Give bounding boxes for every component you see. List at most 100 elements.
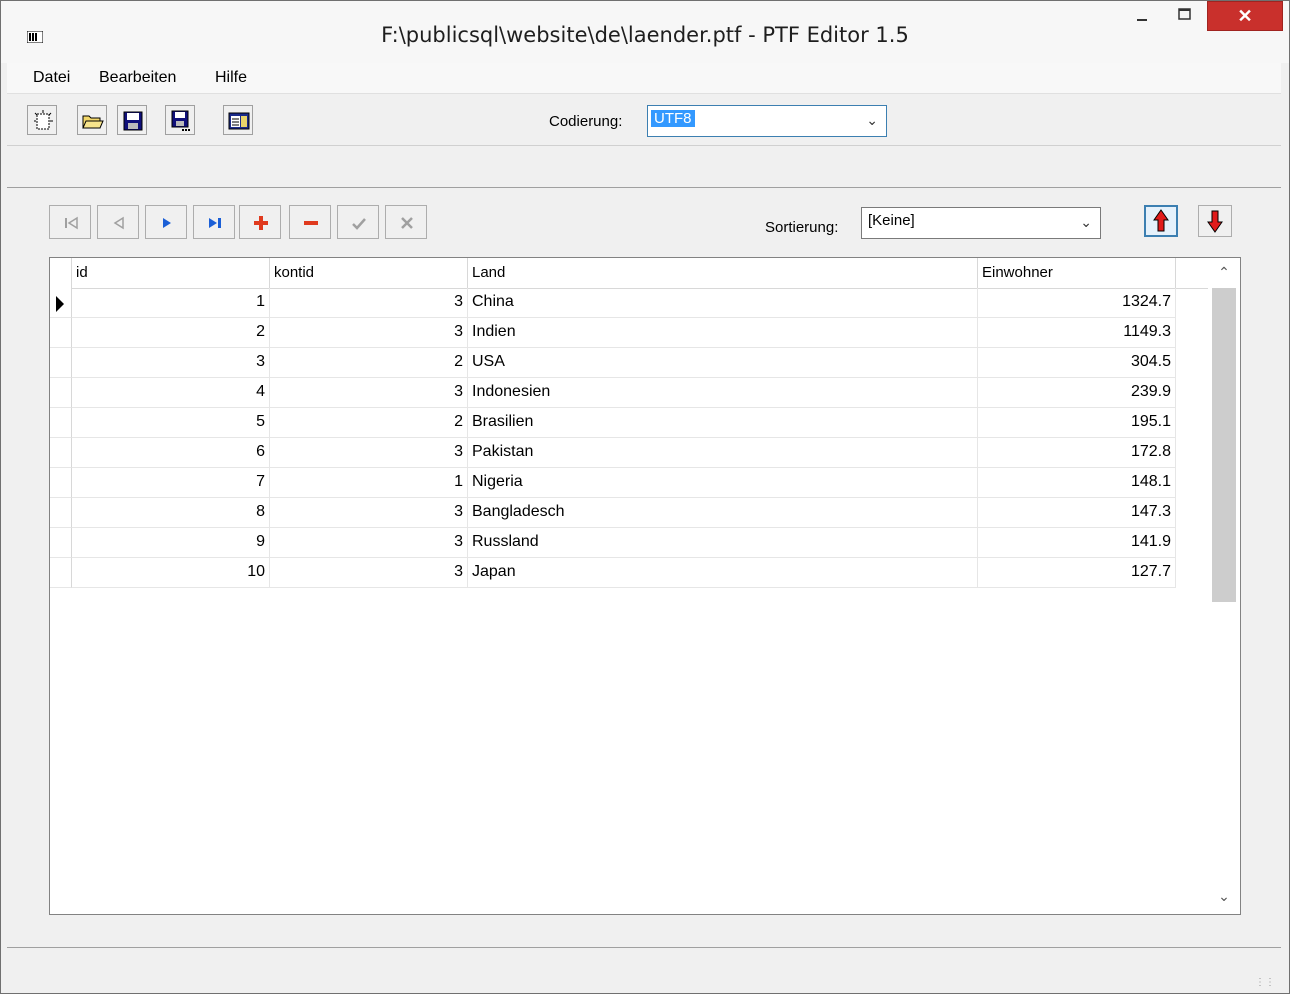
- properties-button[interactable]: [223, 105, 253, 135]
- cell-land[interactable]: Indonesien: [468, 378, 978, 408]
- cell-land[interactable]: Pakistan: [468, 438, 978, 468]
- cell-id[interactable]: 1: [72, 288, 270, 318]
- cell-kontid[interactable]: 3: [270, 438, 468, 468]
- post-record-icon: [352, 218, 366, 230]
- codierung-label: Codierung:: [549, 113, 623, 130]
- sort-select[interactable]: [Keine] ⌄: [861, 207, 1101, 239]
- nav-insert-button[interactable]: [239, 205, 281, 239]
- new-file-button[interactable]: [27, 105, 57, 135]
- cell-id[interactable]: 8: [72, 498, 270, 528]
- data-grid[interactable]: id kontid Land Einwohner 1 3 China 1324.…: [49, 257, 1241, 915]
- window-title: F:\publicsql\website\de\laender.ptf - PT…: [381, 23, 909, 47]
- nav-last-button[interactable]: [193, 205, 235, 239]
- chevron-down-icon: ⌄: [866, 112, 878, 128]
- close-button[interactable]: ✕: [1207, 1, 1283, 31]
- cell-land[interactable]: Bangladesch: [468, 498, 978, 528]
- codierung-select[interactable]: UTF8 ⌄: [647, 105, 887, 137]
- cell-einwohner[interactable]: 147.3: [978, 498, 1176, 528]
- vertical-scrollbar[interactable]: ⌃ ⌄: [1208, 258, 1240, 914]
- indicator-header: [50, 258, 72, 288]
- row-indicator: [50, 528, 72, 558]
- scroll-down-icon[interactable]: ⌄: [1208, 888, 1240, 905]
- cell-einwohner[interactable]: 1149.3: [978, 318, 1176, 348]
- last-record-icon: [209, 218, 221, 228]
- cell-land[interactable]: Brasilien: [468, 408, 978, 438]
- cell-id[interactable]: 2: [72, 318, 270, 348]
- cell-land[interactable]: USA: [468, 348, 978, 378]
- nav-prior-button[interactable]: [97, 205, 139, 239]
- cell-kontid[interactable]: 3: [270, 558, 468, 588]
- table-row[interactable]: 1 3 China 1324.7: [50, 288, 1224, 318]
- maximize-button[interactable]: [1163, 1, 1209, 33]
- properties-icon: [228, 112, 250, 130]
- table-row[interactable]: 6 3 Pakistan 172.8: [50, 438, 1224, 468]
- column-header-id[interactable]: id: [72, 258, 270, 288]
- cell-kontid[interactable]: 2: [270, 408, 468, 438]
- sort-label: Sortierung:: [765, 219, 839, 236]
- minimize-icon: [1137, 19, 1147, 21]
- menu-datei[interactable]: Datei: [33, 69, 70, 87]
- cell-id[interactable]: 4: [72, 378, 270, 408]
- scrollbar-thumb[interactable]: [1212, 288, 1236, 602]
- table-row[interactable]: 8 3 Bangladesch 147.3: [50, 498, 1224, 528]
- table-row[interactable]: 7 1 Nigeria 148.1: [50, 468, 1224, 498]
- cell-land[interactable]: Nigeria: [468, 468, 978, 498]
- sort-descending-button[interactable]: [1198, 205, 1232, 237]
- minimize-button[interactable]: [1121, 1, 1167, 33]
- cell-kontid[interactable]: 3: [270, 378, 468, 408]
- cell-id[interactable]: 6: [72, 438, 270, 468]
- cell-id[interactable]: 3: [72, 348, 270, 378]
- scroll-up-icon[interactable]: ⌃: [1208, 264, 1240, 281]
- table-row[interactable]: 2 3 Indien 1149.3: [50, 318, 1224, 348]
- row-indicator: [50, 438, 72, 468]
- cell-einwohner[interactable]: 195.1: [978, 408, 1176, 438]
- open-button[interactable]: [77, 105, 107, 135]
- cell-kontid[interactable]: 3: [270, 528, 468, 558]
- cell-kontid[interactable]: 3: [270, 318, 468, 348]
- table-row[interactable]: 10 3 Japan 127.7: [50, 558, 1224, 588]
- cancel-record-icon: [401, 217, 413, 229]
- arrow-down-icon: [1207, 210, 1223, 233]
- table-row[interactable]: 5 2 Brasilien 195.1: [50, 408, 1224, 438]
- cell-einwohner[interactable]: 172.8: [978, 438, 1176, 468]
- nav-cancel-button[interactable]: [385, 205, 427, 239]
- save-as-button[interactable]: [165, 105, 195, 135]
- cell-einwohner[interactable]: 239.9: [978, 378, 1176, 408]
- cell-einwohner[interactable]: 304.5: [978, 348, 1176, 378]
- cell-id[interactable]: 10: [72, 558, 270, 588]
- column-header-land[interactable]: Land: [468, 258, 978, 288]
- menu-hilfe[interactable]: Hilfe: [215, 69, 247, 87]
- cell-id[interactable]: 7: [72, 468, 270, 498]
- cell-einwohner[interactable]: 1324.7: [978, 288, 1176, 318]
- nav-first-button[interactable]: [49, 205, 91, 239]
- cell-kontid[interactable]: 3: [270, 288, 468, 318]
- table-row[interactable]: 4 3 Indonesien 239.9: [50, 378, 1224, 408]
- cell-einwohner[interactable]: 148.1: [978, 468, 1176, 498]
- cell-einwohner[interactable]: 127.7: [978, 558, 1176, 588]
- cell-id[interactable]: 5: [72, 408, 270, 438]
- table-row[interactable]: 9 3 Russland 141.9: [50, 528, 1224, 558]
- menu-bearbeiten[interactable]: Bearbeiten: [99, 69, 176, 87]
- row-indicator: [50, 348, 72, 378]
- nav-delete-button[interactable]: [289, 205, 331, 239]
- cell-kontid[interactable]: 3: [270, 498, 468, 528]
- title-bar[interactable]: F:\publicsql\website\de\laender.ptf - PT…: [1, 1, 1289, 63]
- cell-id[interactable]: 9: [72, 528, 270, 558]
- column-header-einwohner[interactable]: Einwohner: [978, 258, 1176, 288]
- cell-land[interactable]: Russland: [468, 528, 978, 558]
- table-row[interactable]: 3 2 USA 304.5: [50, 348, 1224, 378]
- cell-land[interactable]: Indien: [468, 318, 978, 348]
- nav-next-button[interactable]: [145, 205, 187, 239]
- cell-einwohner[interactable]: 141.9: [978, 528, 1176, 558]
- sort-ascending-button[interactable]: [1144, 205, 1178, 237]
- column-header-kontid[interactable]: kontid: [270, 258, 468, 288]
- row-indicator: [50, 408, 72, 438]
- cell-land[interactable]: China: [468, 288, 978, 318]
- resize-grip-icon[interactable]: ⋮⋮: [1255, 977, 1275, 988]
- save-button[interactable]: [117, 105, 147, 135]
- menu-bar: Datei Bearbeiten Hilfe: [7, 63, 1281, 94]
- nav-post-button[interactable]: [337, 205, 379, 239]
- cell-land[interactable]: Japan: [468, 558, 978, 588]
- cell-kontid[interactable]: 1: [270, 468, 468, 498]
- cell-kontid[interactable]: 2: [270, 348, 468, 378]
